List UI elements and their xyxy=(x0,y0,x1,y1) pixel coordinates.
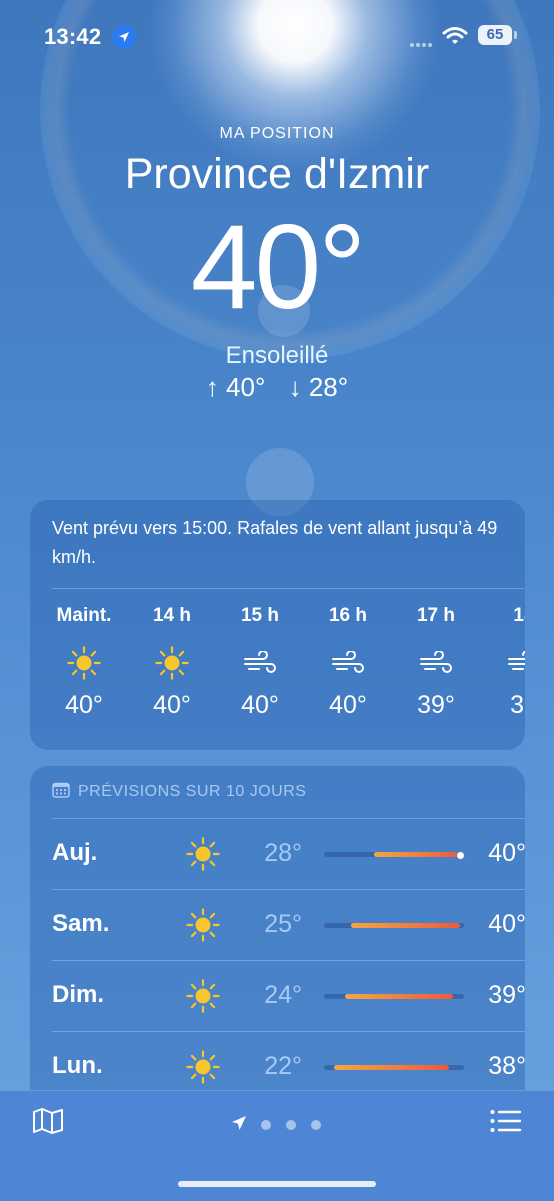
wind-icon xyxy=(480,635,525,691)
home-indicator[interactable] xyxy=(178,1181,376,1187)
calendar-icon xyxy=(52,782,70,803)
current-temp-dot xyxy=(455,851,465,860)
sun-icon xyxy=(186,979,220,1018)
location-arrow-icon xyxy=(231,1115,247,1136)
hour-temp: 40° xyxy=(329,691,367,719)
status-time: 13:42 xyxy=(44,24,102,49)
hour-label: 15 h xyxy=(240,605,280,626)
day-high: 40° xyxy=(488,910,525,938)
hour-temp: 40° xyxy=(241,691,279,719)
high-temp: ↑ 40° xyxy=(205,372,266,402)
hour-temp: 38 xyxy=(510,691,525,719)
temp-range-track xyxy=(324,923,464,928)
hour-label: 18 xyxy=(513,605,525,626)
hour-item: 15 h 40° xyxy=(216,605,304,720)
location-services-icon xyxy=(112,25,136,49)
status-bar: 13:42 65 xyxy=(0,22,554,52)
temp-range-track xyxy=(324,994,464,999)
battery-tip xyxy=(514,31,517,39)
hour-temp: 39° xyxy=(417,691,455,719)
day-low: 25° xyxy=(264,910,302,938)
daily-forecast-card[interactable]: PRÉVISIONS SUR 10 JOURS Auj. 28° 40° Sam… xyxy=(30,766,525,1106)
city-name: Province d'Izmir xyxy=(124,150,430,198)
hour-item: 17 h 39° xyxy=(392,605,480,720)
day-row[interactable]: Sam. 25° 40° xyxy=(52,889,525,961)
battery-indicator: 65 xyxy=(478,25,512,45)
day-name: Sam. xyxy=(52,910,110,937)
page-indicator[interactable] xyxy=(231,1113,331,1133)
location-label: MA POSITION xyxy=(219,125,335,142)
temp-range-track xyxy=(324,1065,464,1070)
page-dot xyxy=(311,1120,321,1130)
hour-item: 14 h 40° xyxy=(128,605,216,720)
hourly-forecast-card[interactable]: Vent prévu vers 15:00. Rafales de vent a… xyxy=(30,500,525,750)
day-row[interactable]: Dim. 24° 39° xyxy=(52,960,525,1032)
daily-forecast-header: PRÉVISIONS SUR 10 JOURS xyxy=(52,782,306,803)
temp-range-fill xyxy=(350,923,460,928)
hour-label: 16 h xyxy=(328,605,368,626)
divider xyxy=(52,588,525,589)
hourly-list[interactable]: Maint. 40° 14 h 40° 15 h 40° 16 h 40° 17 h 39°… xyxy=(30,605,525,735)
weather-condition: Ensoleillé xyxy=(225,342,329,369)
hour-temp: 40° xyxy=(153,691,191,719)
bottom-toolbar xyxy=(0,1090,554,1201)
day-name: Auj. xyxy=(52,839,98,866)
hour-item: 16 h 40° xyxy=(304,605,392,720)
list-icon[interactable] xyxy=(490,1109,522,1138)
signal-icon xyxy=(410,34,436,47)
day-high: 39° xyxy=(488,981,525,1009)
day-row[interactable]: Auj. 28° 40° xyxy=(52,818,525,890)
high-low: ↑ 40° ↓ 28° xyxy=(0,372,554,403)
temp-range-fill xyxy=(345,994,453,999)
temp-range-fill xyxy=(374,852,460,857)
sun-icon xyxy=(186,1050,220,1089)
hour-label: Maint. xyxy=(56,605,112,626)
hour-label: 14 h xyxy=(152,605,192,626)
sun-icon xyxy=(40,635,128,691)
wifi-icon xyxy=(442,26,468,51)
day-high: 38° xyxy=(488,1052,525,1080)
wind-icon xyxy=(304,635,392,691)
low-temp: ↓ 28° xyxy=(288,372,349,402)
page-dot xyxy=(261,1120,271,1130)
day-name: Dim. xyxy=(52,981,105,1008)
day-name: Lun. xyxy=(52,1052,103,1079)
daily-forecast-title: PRÉVISIONS SUR 10 JOURS xyxy=(78,783,307,800)
page-dot xyxy=(286,1120,296,1130)
hour-temp: 40° xyxy=(65,691,103,719)
forecast-summary: Vent prévu vers 15:00. Rafales de vent a… xyxy=(52,518,498,567)
temp-range-track xyxy=(324,851,465,860)
sun-icon xyxy=(186,837,220,876)
current-temperature: 40° xyxy=(190,200,366,334)
sun-icon xyxy=(128,635,216,691)
day-low: 28° xyxy=(264,839,302,867)
hour-label: 17 h xyxy=(416,605,456,626)
day-high: 40° xyxy=(488,839,525,867)
sun-icon xyxy=(186,908,220,947)
wind-icon xyxy=(392,635,480,691)
day-low: 24° xyxy=(264,981,302,1009)
hour-item: 18 38 xyxy=(480,605,525,720)
hour-item: Maint. 40° xyxy=(40,605,128,720)
day-low: 22° xyxy=(264,1052,302,1080)
wind-icon xyxy=(216,635,304,691)
temp-range-fill xyxy=(333,1065,449,1070)
map-icon[interactable] xyxy=(32,1107,64,1140)
